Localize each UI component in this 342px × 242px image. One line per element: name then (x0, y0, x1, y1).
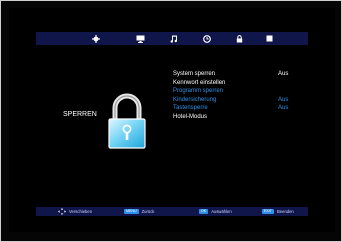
monitor-icon (136, 35, 144, 43)
menu-item-value: Aus (278, 105, 289, 112)
menu-item-hotel-mode[interactable]: Hotel-Modus (173, 113, 313, 122)
menu-item-parental-control[interactable]: Kindersicherung Aus (173, 96, 313, 105)
menu-item-label: System sperren (173, 71, 216, 77)
exit-key-badge: EXIT (262, 209, 274, 214)
tab-screen[interactable] (133, 32, 147, 45)
menu-item-label: Tastensperre (173, 105, 208, 112)
lock-menu-list: System sperren Aus Kennwort einstellen P… (173, 70, 313, 122)
menu-item-system-lock[interactable]: System sperren Aus (173, 70, 313, 79)
padlock-icon (108, 93, 146, 149)
hint-label: Beenden (277, 209, 294, 214)
tab-picture-settings[interactable] (89, 32, 103, 45)
hint-label: Auswählen (211, 209, 232, 214)
hint-label: Zurück (141, 209, 155, 214)
menu-key-badge: MENU (124, 209, 139, 214)
menu-item-set-password[interactable]: Kennwort einstellen (173, 79, 313, 88)
hint-select: OK Auswählen (199, 207, 232, 216)
tv-frame: SPERREN System sperren Aus Kennwort eins… (0, 0, 342, 242)
gear-icon (92, 34, 100, 43)
tab-setup[interactable] (262, 32, 276, 45)
music-note-icon (170, 35, 177, 43)
menu-tab-bar (36, 32, 308, 45)
menu-item-label: Programm sperren (173, 88, 224, 95)
menu-item-label: Hotel-Modus (173, 113, 208, 120)
menu-item-value: Aus (278, 96, 289, 103)
menu-item-key-lock[interactable]: Tastensperre Aus (173, 104, 313, 113)
dpad-icon (58, 208, 66, 215)
hint-back: MENU Zurück (124, 207, 154, 216)
menu-title: SPERREN (63, 111, 97, 118)
menu-item-label: Kennwort einstellen (173, 79, 226, 86)
tab-audio[interactable] (167, 32, 181, 45)
hint-move: Verschieben (58, 207, 92, 216)
ok-key-badge: OK (199, 209, 209, 214)
button-hint-bar: Verschieben MENU Zurück OK Auswählen EXI… (36, 207, 308, 216)
menu-item-value: Aus (278, 71, 289, 77)
menu-item-label: Kindersicherung (173, 96, 217, 103)
tab-lock[interactable] (232, 32, 246, 45)
menu-item-program-lock[interactable]: Programm sperren (173, 87, 313, 96)
hint-exit: EXIT Beenden (262, 207, 294, 216)
lock-icon (236, 34, 242, 42)
tab-time[interactable] (200, 32, 214, 45)
hint-label: Verschieben (69, 209, 93, 214)
square-icon (266, 35, 272, 42)
clock-icon (203, 34, 211, 43)
